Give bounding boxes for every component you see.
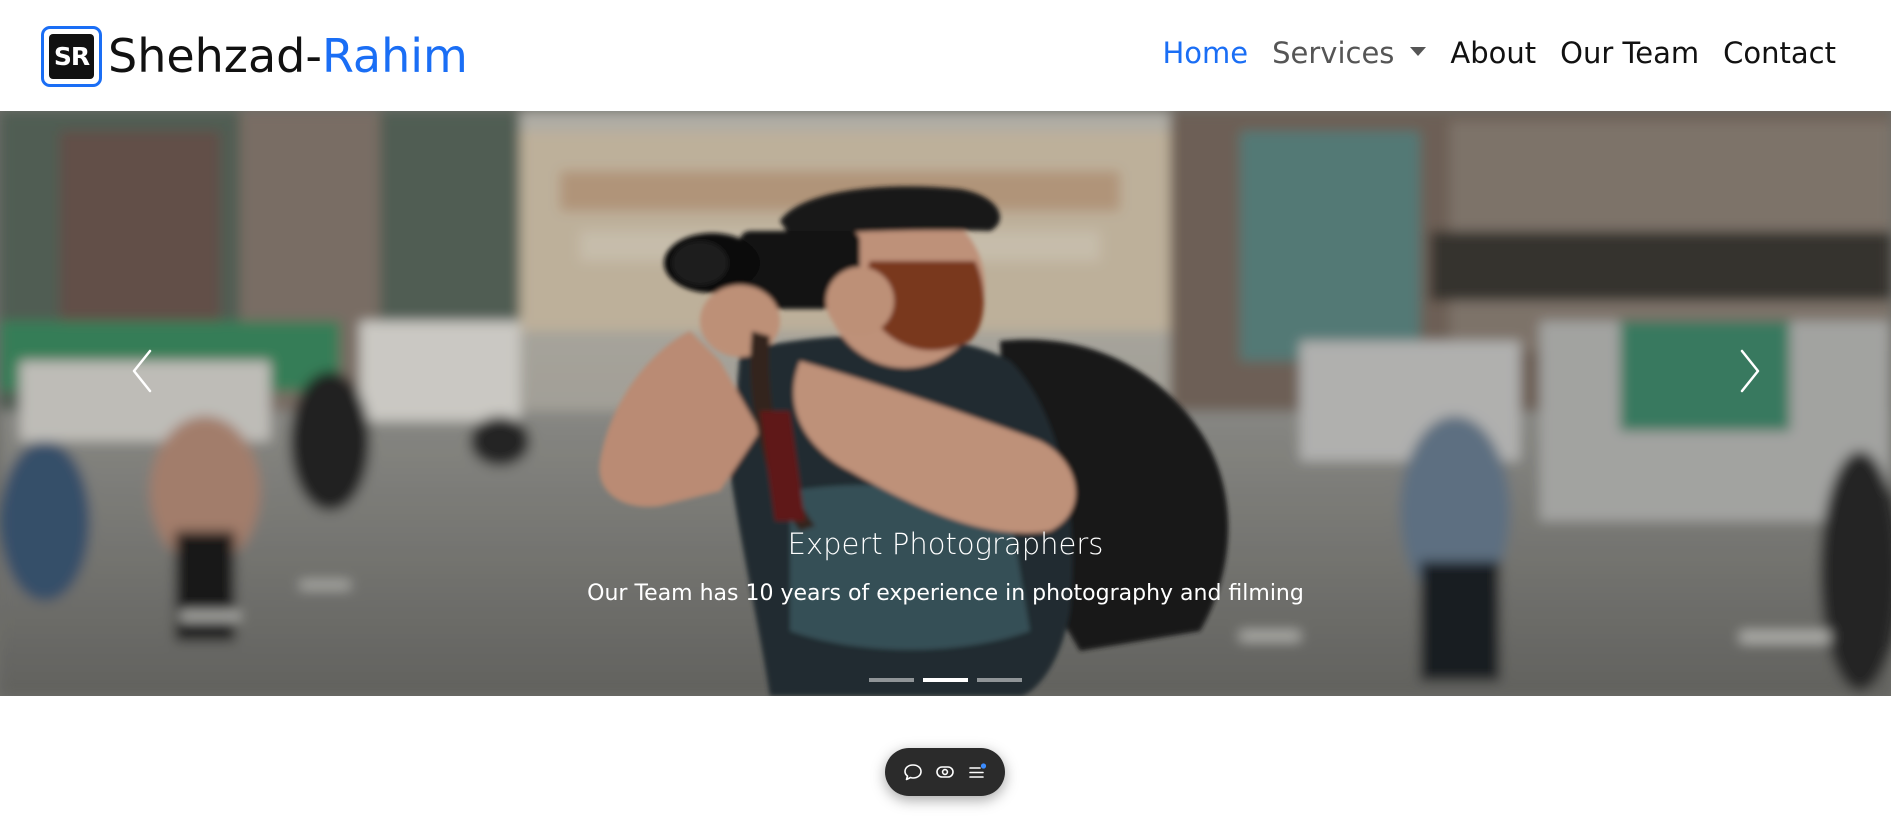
nav-our-team[interactable]: Our Team: [1560, 36, 1699, 70]
comment-icon: [904, 764, 922, 781]
brand-name-first: Shehzad-: [108, 29, 322, 83]
caret-down-icon: [1410, 46, 1427, 56]
chevron-right-icon: [1740, 349, 1760, 393]
main-nav: Home Services About Our Team Contact: [1138, 36, 1836, 70]
navbar: SR Shehzad-Rahim Home Services About Our…: [0, 0, 1891, 111]
caption-text: Our Team has 10 years of experience in p…: [587, 581, 1304, 606]
nav-home[interactable]: Home: [1162, 36, 1248, 70]
carousel-next-button[interactable]: [1720, 336, 1780, 406]
carousel-prev-button[interactable]: [112, 336, 172, 406]
carousel-indicator-1[interactable]: [869, 678, 914, 682]
preview-button[interactable]: [933, 760, 957, 784]
floating-toolbar: [885, 748, 1005, 796]
menu-list-icon: [969, 763, 987, 778]
slide-overlay: [0, 111, 1891, 696]
brand-logo: SR: [41, 25, 102, 87]
nav-contact[interactable]: Contact: [1723, 36, 1836, 70]
nav-about[interactable]: About: [1450, 36, 1536, 70]
nav-services-dropdown[interactable]: Services: [1272, 36, 1427, 70]
carousel-indicator-3[interactable]: [977, 678, 1022, 682]
brand-name: Shehzad-Rahim: [108, 33, 468, 79]
eye-icon: [936, 766, 954, 778]
notification-dot: [980, 763, 987, 769]
chevron-left-icon: [132, 349, 152, 393]
hero-carousel: Expert Photographers Our Team has 10 yea…: [0, 111, 1891, 696]
brand-link[interactable]: SR Shehzad-Rahim: [41, 25, 468, 87]
nav-services-label: Services: [1272, 36, 1395, 70]
menu-button[interactable]: [965, 760, 989, 784]
carousel-indicators: [0, 678, 1891, 682]
brand-logo-text: SR: [49, 33, 94, 79]
comment-button[interactable]: [901, 760, 925, 784]
carousel-indicator-2[interactable]: [923, 678, 968, 682]
brand-name-accent: Rahim: [321, 29, 468, 83]
caption-title: Expert Photographers: [787, 527, 1104, 561]
